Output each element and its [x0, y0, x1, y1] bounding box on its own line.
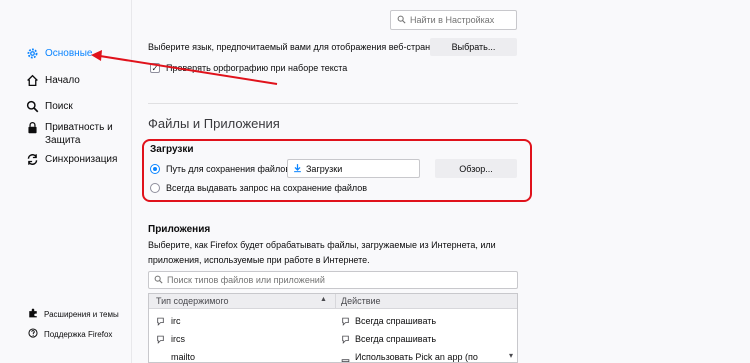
sidebar-footer-support[interactable]: Поддержка Firefox [28, 328, 112, 340]
row-type: irc [171, 316, 181, 326]
sidebar-footer-label: Расширения и темы [44, 309, 119, 319]
language-description: Выберите язык, предпочитаемый вами для о… [148, 42, 441, 52]
puzzle-icon [28, 308, 38, 320]
search-placeholder: Найти в Настройках [410, 15, 495, 25]
sidebar-item-search[interactable]: Поиск [26, 100, 73, 113]
save-path-label: Путь для сохранения файлов [166, 164, 291, 174]
files-section-title: Файлы и Приложения [148, 116, 280, 131]
sidebar-footer-label: Поддержка Firefox [44, 329, 113, 339]
home-icon [26, 74, 39, 87]
save-path-radio[interactable] [150, 164, 160, 174]
search-icon [26, 100, 39, 113]
column-header-action[interactable]: Действие [341, 296, 381, 306]
row-action: Использовать Pick an app (по умолчанию) [355, 352, 478, 362]
column-separator [335, 294, 336, 309]
row-type: mailto [171, 352, 196, 362]
applications-search-input[interactable]: Поиск типов файлов или приложений [148, 271, 518, 289]
ask-icon [341, 335, 350, 344]
sidebar-item-general[interactable]: Основные [26, 47, 92, 60]
sidebar-item-label: Приватность и Защита [45, 122, 113, 146]
sidebar-item-label: Поиск [45, 101, 73, 112]
download-folder-field[interactable]: Загрузки [287, 159, 420, 178]
search-icon [397, 15, 406, 26]
choose-language-button[interactable]: Выбрать... [430, 38, 517, 56]
downloads-title: Загрузки [150, 144, 194, 155]
sidebar-item-label: Основные [45, 48, 93, 59]
spellcheck-label: Проверять орфографию при наборе текста [166, 63, 348, 73]
browse-button[interactable]: Обзор... [435, 159, 517, 178]
sidebar-item-label: Начало [45, 75, 80, 86]
row-type: ircs [171, 334, 185, 344]
sidebar-item-privacy[interactable]: Приватность и Защита [26, 121, 115, 147]
table-row[interactable]: irc Всегда спрашивать [149, 312, 517, 330]
gear-icon [26, 47, 39, 60]
table-header: Тип содержимого ▲ Действие [149, 294, 517, 309]
lock-icon [26, 121, 39, 134]
table-row[interactable]: mailto Использовать Pick an app (по умол… [149, 348, 517, 362]
download-folder-value: Загрузки [306, 163, 343, 174]
sidebar-item-home[interactable]: Начало [26, 74, 80, 87]
always-ask-label: Всегда выдавать запрос на сохранение фай… [166, 183, 368, 193]
chevron-down-icon[interactable]: ▾ [509, 351, 513, 360]
protocol-icon [156, 317, 165, 326]
column-header-type[interactable]: Тип содержимого [156, 296, 229, 306]
sort-arrow-icon: ▲ [320, 296, 327, 303]
ask-icon [341, 317, 350, 326]
applications-title: Приложения [148, 224, 211, 235]
download-arrow-icon [293, 163, 302, 175]
search-icon [154, 275, 163, 286]
applications-description-line1: Выберите, как Firefox будет обрабатывать… [148, 240, 496, 250]
sidebar-item-sync[interactable]: Синхронизация [26, 153, 117, 166]
sidebar-item-label: Синхронизация [45, 154, 118, 165]
application-icon [341, 358, 350, 362]
applications-table: Тип содержимого ▲ Действие irc Всегда сп… [148, 293, 518, 363]
help-icon [28, 328, 38, 340]
applications-description-line2: приложения, используемые при работе в Ин… [148, 255, 370, 265]
always-ask-radio[interactable] [150, 183, 160, 193]
table-row[interactable]: ircs Всегда спрашивать [149, 330, 517, 348]
applications-search-placeholder: Поиск типов файлов или приложений [167, 275, 325, 285]
row-action: Всегда спрашивать [355, 316, 437, 326]
divider [148, 103, 518, 104]
protocol-icon [156, 335, 165, 344]
settings-search-input[interactable]: Найти в Настройках [390, 10, 517, 30]
sync-icon [26, 153, 39, 166]
row-action: Всегда спрашивать [355, 334, 437, 344]
spellcheck-checkbox[interactable]: ✓ [150, 63, 160, 73]
sidebar-footer-addons[interactable]: Расширения и темы [28, 308, 119, 320]
sidebar: Основные Начало Поиск Приватность и Защи… [0, 0, 132, 363]
